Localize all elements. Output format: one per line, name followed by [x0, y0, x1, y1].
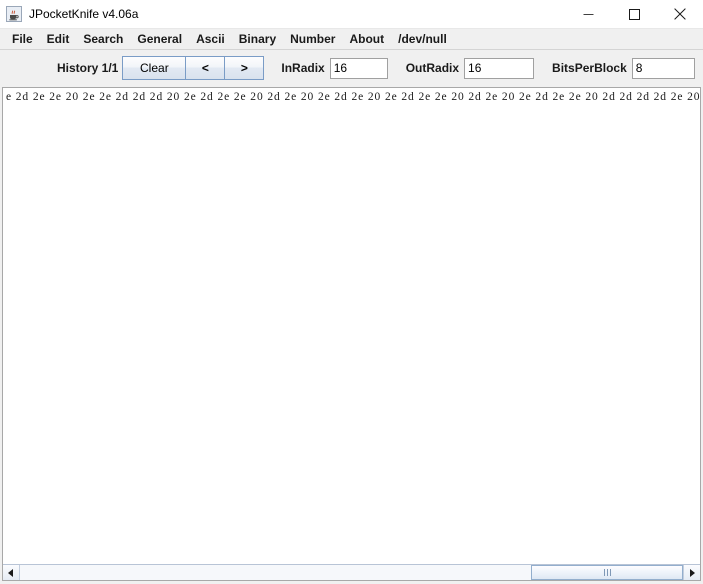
title-bar: JPocketKnife v4.06a [0, 0, 703, 29]
inradix-label: InRadix [281, 61, 325, 75]
chevron-right-icon [690, 568, 695, 577]
maximize-icon [628, 8, 640, 20]
history-next-button[interactable]: > [224, 56, 265, 80]
scroll-right-arrow[interactable] [683, 565, 700, 580]
window-title: JPocketKnife v4.06a [29, 7, 139, 21]
menu-bar: File Edit Search General Ascii Binary Nu… [0, 29, 703, 50]
outradix-input[interactable] [464, 57, 535, 79]
minimize-icon [583, 13, 593, 15]
toolbar: History 1/1 Clear < > InRadix OutRadix B… [0, 50, 703, 86]
content-panel: e 2d 2e 2e 20 2e 2e 2d 2d 2d 20 2e 2d 2e… [2, 87, 701, 581]
maximize-button[interactable] [611, 0, 657, 28]
menu-about[interactable]: About [342, 30, 391, 48]
bitsperblock-input[interactable] [631, 57, 695, 79]
menu-edit[interactable]: Edit [40, 30, 77, 48]
menu-binary[interactable]: Binary [232, 30, 283, 48]
menu-file[interactable]: File [5, 30, 40, 48]
scroll-thumb-grip [603, 569, 611, 576]
close-icon [674, 8, 686, 20]
scrollbar-track-empty[interactable] [20, 565, 531, 580]
java-coffee-cup-icon [6, 6, 22, 22]
hex-text-area[interactable]: e 2d 2e 2e 20 2e 2e 2d 2d 2d 20 2e 2d 2e… [3, 88, 700, 564]
minimize-button[interactable] [565, 0, 611, 28]
menu-dev-null[interactable]: /dev/null [391, 30, 454, 48]
chevron-left-icon [8, 568, 13, 577]
hex-line: e 2d 2e 2e 20 2e 2e 2d 2d 2d 20 2e 2d 2e… [6, 91, 700, 103]
scrollbar-track[interactable] [20, 565, 683, 580]
application-window: JPocketKnife v4.06a File Edit Search Gen… [0, 0, 703, 584]
history-label: History 1/1 [57, 61, 119, 75]
inradix-input[interactable] [329, 57, 388, 79]
clear-button[interactable]: Clear [122, 56, 187, 80]
menu-general[interactable]: General [130, 30, 189, 48]
history-button-group: Clear < > [122, 56, 265, 80]
close-button[interactable] [657, 0, 703, 28]
bitsperblock-label: BitsPerBlock [552, 61, 627, 75]
window-controls [565, 0, 703, 28]
horizontal-scrollbar[interactable] [3, 564, 700, 580]
scroll-thumb[interactable] [531, 565, 683, 580]
scroll-left-arrow[interactable] [3, 565, 20, 580]
menu-ascii[interactable]: Ascii [189, 30, 232, 48]
history-prev-button[interactable]: < [185, 56, 226, 80]
outradix-label: OutRadix [405, 61, 460, 75]
menu-number[interactable]: Number [283, 30, 342, 48]
menu-search[interactable]: Search [76, 30, 130, 48]
